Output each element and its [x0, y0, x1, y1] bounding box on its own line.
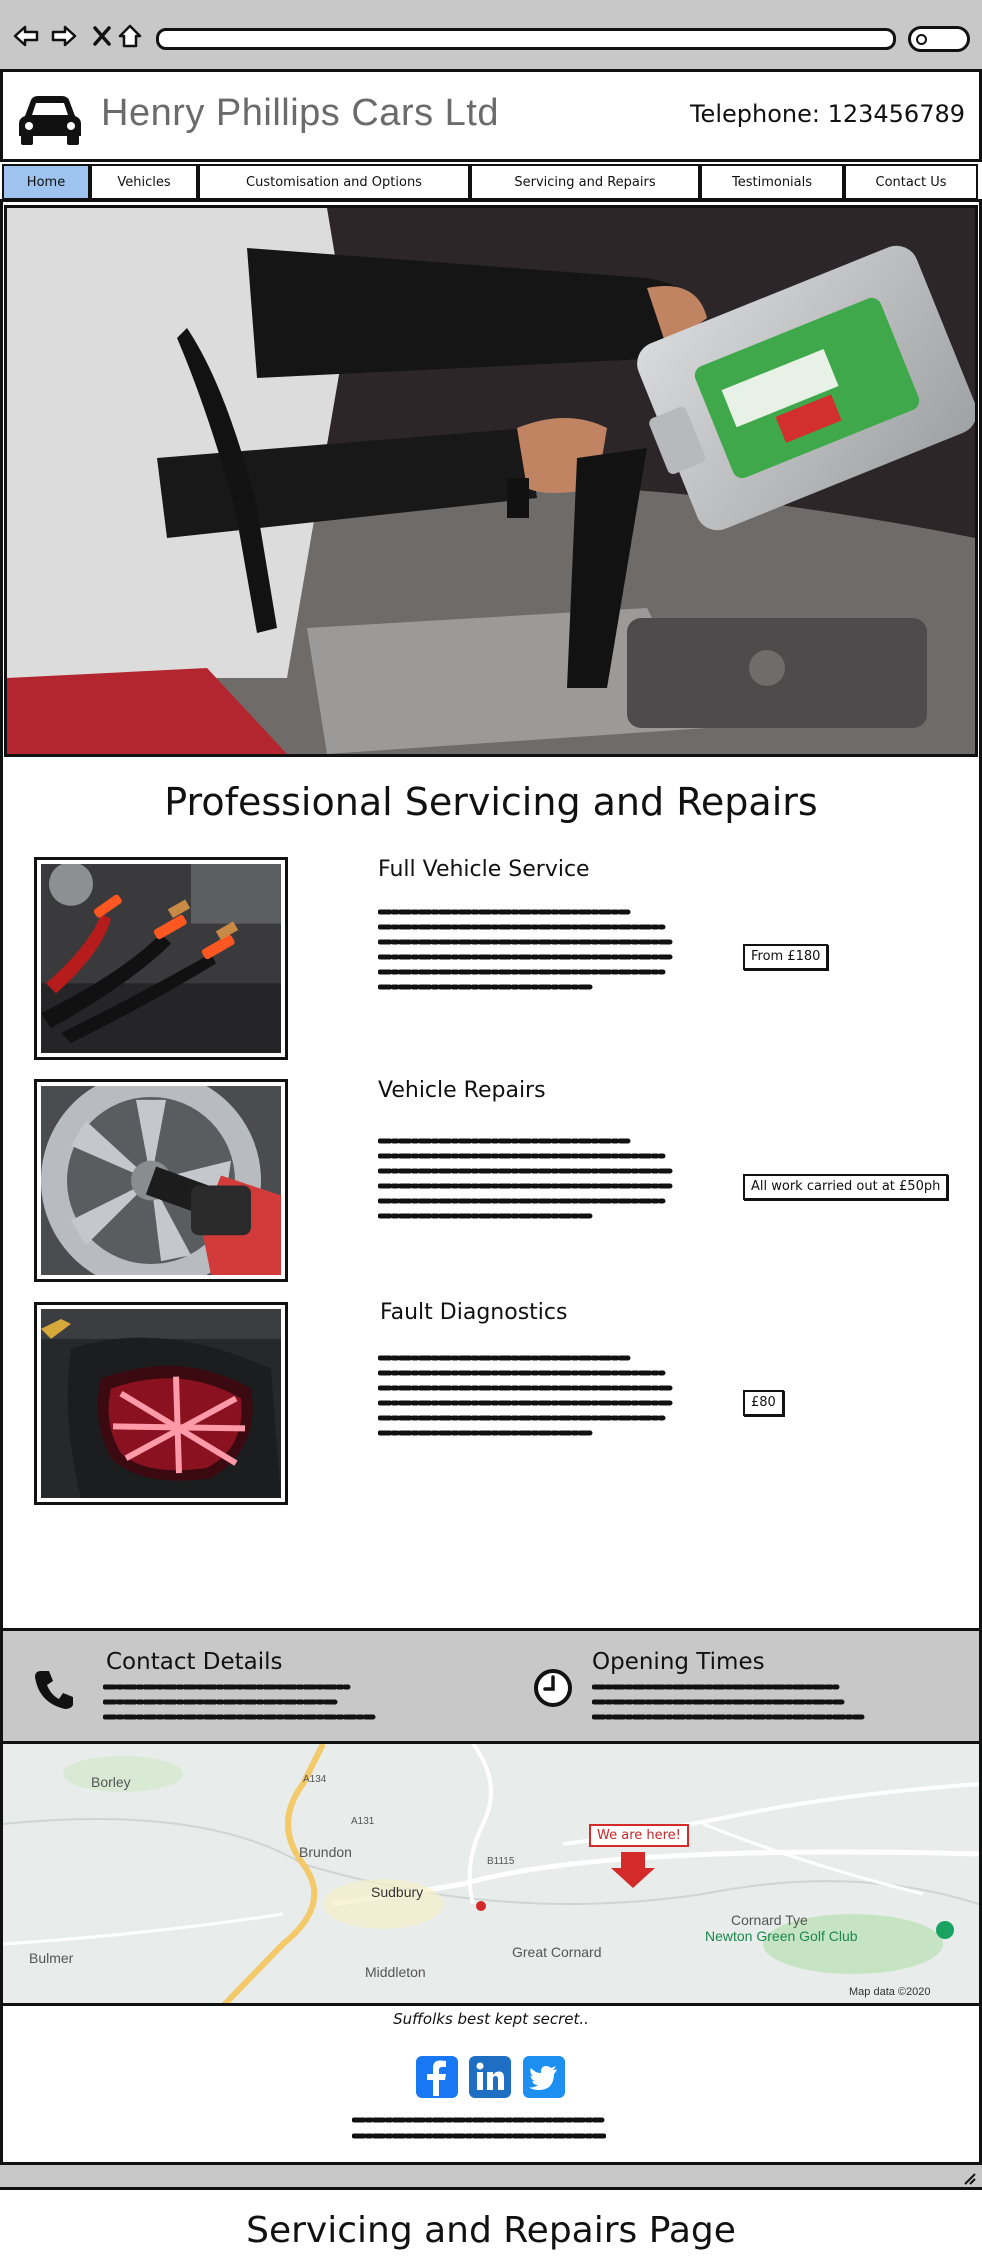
road-label: A134 — [303, 1774, 327, 1785]
placeholder-text — [378, 1355, 676, 1436]
forward-icon[interactable] — [50, 22, 78, 50]
map-place: Cornard Tye — [731, 1912, 808, 1928]
tab-home[interactable]: Home — [2, 164, 90, 200]
jump-leads-image — [34, 857, 288, 1060]
facebook-icon[interactable] — [416, 2056, 458, 2098]
tail-light-image — [34, 1302, 288, 1505]
clock-icon — [534, 1669, 572, 1707]
close-icon[interactable] — [88, 22, 116, 50]
map-place: Sudbury — [371, 1884, 424, 1900]
hours-title: Opening Times — [592, 1649, 765, 1675]
tab-servicing[interactable]: Servicing and Repairs — [470, 164, 700, 200]
tagline: Suffolks best kept secret.. — [393, 2010, 589, 2028]
site-header: Henry Phillips Cars Ltd Telephone: 12345… — [3, 72, 979, 162]
car-icon — [19, 96, 81, 145]
road-label: A131 — [351, 1816, 375, 1827]
service-title: Vehicle Repairs — [378, 1078, 546, 1103]
placeholder-text — [103, 1684, 376, 1720]
telephone-number: Telephone: 123456789 — [689, 100, 965, 128]
back-icon[interactable] — [12, 22, 40, 50]
phone-icon — [35, 1671, 73, 1709]
map-place: Borley — [91, 1774, 131, 1790]
service-title: Full Vehicle Service — [378, 857, 590, 882]
browser-toolbar — [0, 0, 982, 72]
map-place: Middleton — [365, 1964, 426, 1980]
tab-contact[interactable]: Contact Us — [844, 164, 978, 200]
placeholder-text — [378, 909, 676, 990]
linkedin-icon[interactable] — [469, 2056, 511, 2098]
service-title: Fault Diagnostics — [380, 1300, 568, 1325]
map-attribution: Map data ©2020 — [849, 1986, 931, 1998]
mechanic-oil-photo — [7, 208, 975, 754]
road-label: B1115 — [487, 1856, 515, 1867]
contact-band: Contact Details Opening Times — [3, 1628, 979, 1744]
home-icon[interactable] — [116, 22, 144, 50]
price-tag: From £180 — [743, 944, 829, 970]
placeholder-text — [378, 1138, 676, 1219]
wheel-wrench-image — [34, 1079, 288, 1282]
map-roads — [3, 1744, 979, 2003]
placeholder-text — [592, 1684, 865, 1720]
address-bar[interactable] — [156, 28, 896, 50]
price-tag: £80 — [743, 1390, 784, 1416]
browser-status-bar — [0, 2162, 982, 2190]
map-place: Newton Green Golf Club — [705, 1928, 858, 1944]
map-marker-label[interactable]: We are here! — [589, 1824, 689, 1847]
tab-vehicles[interactable]: Vehicles — [90, 164, 198, 200]
map-place: Great Cornard — [512, 1944, 602, 1960]
search-icon[interactable] — [908, 26, 970, 52]
resize-handle-icon[interactable] — [960, 2169, 976, 2185]
hero-image — [4, 205, 978, 757]
twitter-icon[interactable] — [523, 2056, 565, 2098]
map-place: Brundon — [299, 1844, 352, 1860]
wireframe-caption: Servicing and Repairs Page — [246, 2210, 736, 2251]
site-title[interactable]: Henry Phillips Cars Ltd — [101, 92, 499, 135]
price-tag: All work carried out at £50ph — [743, 1174, 949, 1200]
main-navigation: Home Vehicles Customisation and Options … — [0, 162, 982, 202]
contact-title: Contact Details — [106, 1649, 283, 1675]
placeholder-text — [352, 2117, 606, 2139]
map-place: Bulmer — [29, 1950, 74, 1966]
page-heading: Professional Servicing and Repairs — [164, 780, 818, 824]
tab-testimonials[interactable]: Testimonials — [700, 164, 844, 200]
location-map[interactable]: Borley Brundon Sudbury Bulmer Middleton … — [3, 1744, 979, 2006]
tab-customisation[interactable]: Customisation and Options — [198, 164, 470, 200]
